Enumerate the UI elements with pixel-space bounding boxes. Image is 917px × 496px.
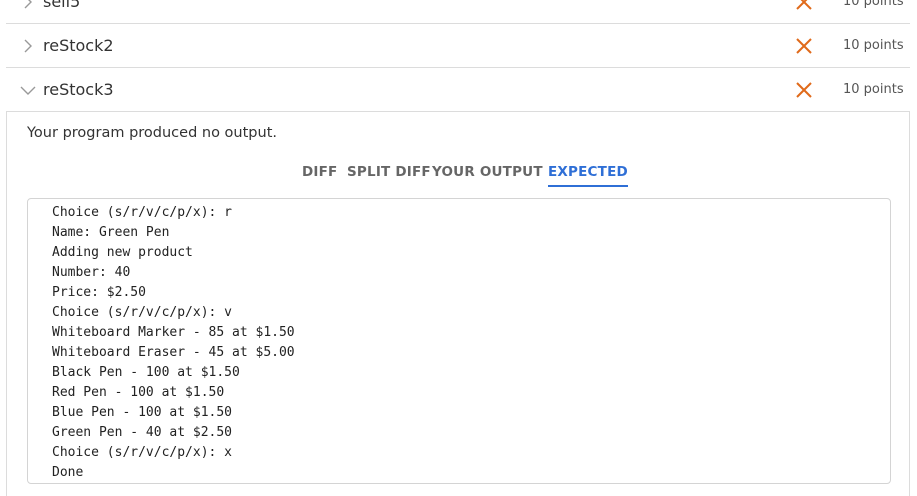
chevron-right-icon	[24, 0, 32, 9]
output-line: Red Pen - 100 at $1.50	[52, 385, 225, 400]
close-icon	[796, 82, 812, 98]
test-results-panel: sell5 10 points reStock2 10 points reSto…	[0, 0, 917, 496]
output-line: Done	[52, 465, 84, 480]
output-line: Whiteboard Marker - 85 at $1.50	[52, 325, 295, 340]
no-output-message: Your program produced no output.	[27, 125, 277, 141]
tab-diff[interactable]: DIFF	[302, 162, 337, 182]
test-row-restock2[interactable]: reStock2 10 points	[6, 24, 910, 68]
close-icon	[796, 0, 812, 10]
tab-split-diff[interactable]: SPLIT DIFF	[347, 162, 431, 182]
chevron-right-icon	[24, 39, 32, 53]
test-name: reStock2	[43, 36, 114, 55]
output-line: Price: $2.50	[52, 285, 146, 300]
close-icon	[796, 38, 812, 54]
test-name: sell5	[43, 0, 81, 11]
output-line: Choice (s/r/v/c/p/x): v	[52, 305, 233, 320]
output-line: Green Pen - 40 at $2.50	[52, 425, 233, 440]
tab-expected[interactable]: EXPECTED	[548, 162, 628, 187]
test-points: 10 points	[843, 38, 904, 53]
output-line: Whiteboard Eraser - 45 at $5.00	[52, 345, 295, 360]
chevron-down-icon	[20, 86, 36, 95]
test-row-restock3[interactable]: reStock3 10 points	[6, 68, 910, 112]
output-line: Number: 40	[52, 265, 131, 280]
test-row-sell5[interactable]: sell5 10 points	[6, 0, 910, 24]
tab-your-output[interactable]: YOUR OUTPUT	[432, 162, 543, 182]
output-line: Adding new product	[52, 245, 193, 260]
output-line: Blue Pen - 100 at $1.50	[52, 405, 233, 420]
test-detail-panel: Your program produced no output. DIFF SP…	[6, 112, 910, 496]
test-points: 10 points	[843, 0, 904, 9]
output-line: Name: Green Pen	[52, 225, 170, 240]
expected-output: Choice (s/r/v/c/p/x): r Name: Green Pen Ad…	[27, 198, 891, 484]
test-name: reStock3	[43, 80, 114, 99]
output-line: Black Pen - 100 at $1.50	[52, 365, 240, 380]
output-line: Choice (s/r/v/c/p/x): r	[52, 205, 233, 220]
output-line: Choice (s/r/v/c/p/x): x	[52, 445, 233, 460]
output-tabs: DIFF SPLIT DIFF YOUR OUTPUT EXPECTED	[7, 162, 911, 188]
test-points: 10 points	[843, 82, 904, 97]
